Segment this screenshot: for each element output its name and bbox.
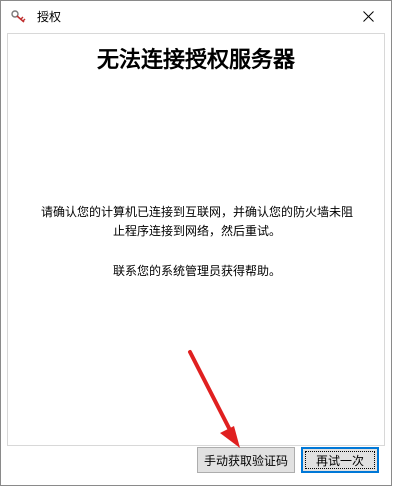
manual-get-code-button[interactable]: 手动获取验证码 [197,447,295,473]
contact-admin-text: 联系您的系统管理员获得帮助。 [112,264,281,278]
retry-button[interactable]: 再试一次 [301,447,379,473]
message-panel: 无法连接授权服务器 请确认您的计算机已连接到互联网，并确认您的防火墙未阻 止程序… [7,33,385,446]
message-line-2: 止程序连接到网络，然后重试。 [112,224,281,238]
retry-button-label: 再试一次 [315,453,364,468]
message-line-1: 请确认您的计算机已连接到互联网，并确认您的防火墙未阻 [40,205,353,219]
error-message: 请确认您的计算机已连接到互联网，并确认您的防火墙未阻 止程序连接到网络，然后重试… [22,203,372,281]
close-icon [362,10,374,22]
error-headline: 无法连接授权服务器 [96,48,295,73]
authorization-dialog: 授权 无法连接授权服务器 请确认您的计算机已连接到互联网，并确认您的防火墙未阻 … [0,0,392,486]
title-bar[interactable]: 授权 [1,1,391,33]
close-button[interactable] [345,1,391,31]
key-app-icon [11,10,26,23]
window-title: 授权 [37,10,62,24]
